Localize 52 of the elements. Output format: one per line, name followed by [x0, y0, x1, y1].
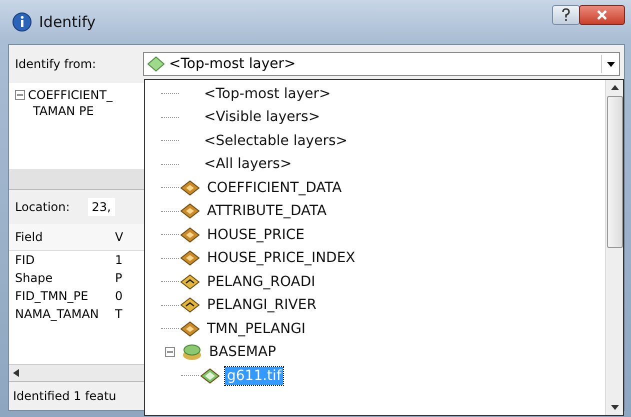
- close-icon: [596, 9, 608, 21]
- collapse-icon[interactable]: [15, 90, 25, 100]
- table-cell-text: FID_TMN_PE: [14, 289, 90, 303]
- column-header[interactable]: V: [115, 230, 124, 244]
- dropdown-item[interactable]: <All layers>: [202, 155, 294, 174]
- up-arrow-icon[interactable]: [610, 85, 618, 90]
- layer-dropdown[interactable]: <Top-most layer>: [143, 52, 620, 76]
- help-icon: [561, 8, 571, 22]
- down-arrow-icon[interactable]: [610, 405, 618, 410]
- layer-icon: [180, 250, 200, 266]
- info-icon: [12, 12, 32, 32]
- dropdown-item[interactable]: ATTRIBUTE_DATA: [205, 202, 329, 220]
- group-layer-icon: [182, 343, 202, 362]
- dropdown-item[interactable]: PELANGI_RIVER: [205, 296, 318, 314]
- close-button[interactable]: [579, 5, 625, 25]
- tree-item[interactable]: TAMAN PE: [33, 104, 94, 118]
- layer-icon: [180, 226, 200, 243]
- caret-icon: [606, 62, 614, 66]
- tree-item[interactable]: COEFFICIENT_: [28, 88, 113, 102]
- layer-icon: [180, 320, 200, 337]
- left-arrow-icon[interactable]: [13, 369, 19, 377]
- table-cell-text: Shape: [14, 271, 54, 285]
- table-cell: 1: [115, 253, 123, 267]
- dropdown-item[interactable]: <Visible layers>: [202, 108, 322, 126]
- layer-icon: [180, 203, 200, 220]
- identify-from-label: Identify from:: [15, 57, 98, 71]
- layer-icon: [180, 274, 200, 290]
- table-cell: 0: [115, 289, 123, 303]
- collapse-icon[interactable]: [165, 347, 175, 358]
- horizontal-scrollbar[interactable]: [9, 364, 145, 381]
- table-cell-text: FID: [14, 253, 36, 267]
- dropdown-item[interactable]: <Selectable layers>: [202, 132, 350, 150]
- table-cell: P: [115, 271, 122, 285]
- help-button[interactable]: [552, 5, 580, 25]
- dropdown-item[interactable]: COEFFICIENT_DATA: [205, 178, 344, 197]
- dropdown-item[interactable]: BASEMAP: [207, 343, 278, 362]
- location-label: Location:: [15, 200, 70, 214]
- layer-icon: [200, 368, 220, 384]
- location-value: 23,: [88, 198, 115, 216]
- column-header[interactable]: Field: [9, 230, 115, 244]
- dropdown-item[interactable]: <Top-most layer>: [202, 84, 333, 103]
- table-cell-text: NAMA_TAMAN: [14, 307, 100, 321]
- dropdown-item[interactable]: HOUSE_PRICE_INDEX: [205, 249, 358, 268]
- dropdown-item[interactable]: PELANG_ROADI: [205, 272, 318, 291]
- table-cell: T: [115, 307, 122, 321]
- window-title: Identify: [39, 13, 96, 31]
- dropdown-item[interactable]: HOUSE_PRICE: [205, 226, 306, 244]
- vertical-scrollbar[interactable]: [605, 80, 623, 415]
- dropdown-item[interactable]: TMN_PELANGI: [205, 320, 308, 338]
- layer-icon: [180, 180, 200, 196]
- layer-icon: [180, 297, 200, 314]
- layer-icon: [147, 56, 165, 72]
